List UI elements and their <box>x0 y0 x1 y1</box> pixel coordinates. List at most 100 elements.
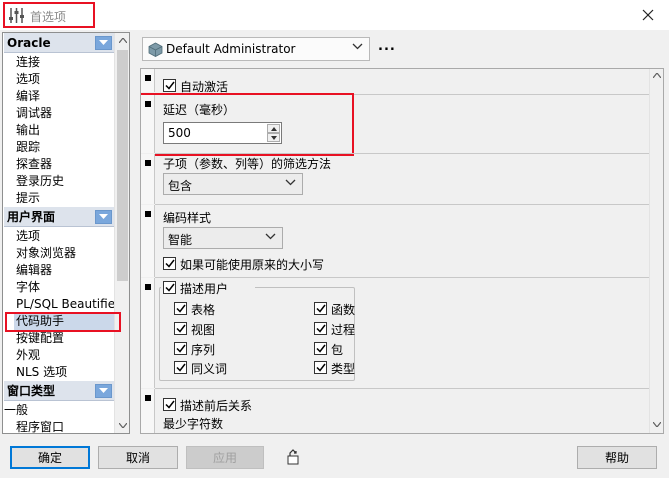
coding-style-label: 编码样式 <box>163 211 212 225</box>
close-button[interactable] <box>630 2 666 28</box>
group-bullet <box>145 284 151 290</box>
scroll-down-button[interactable] <box>115 418 129 433</box>
delay-highlight-box <box>141 93 354 156</box>
chevron-up-icon <box>653 73 661 78</box>
title-bar: 首选项 <box>0 0 669 30</box>
use-original-case-checkbox[interactable] <box>163 257 176 270</box>
describe-types-checkbox[interactable] <box>314 361 327 374</box>
nav-item-hints[interactable]: 提示 <box>16 190 40 207</box>
describe-context-label: 描述前后关系 <box>180 399 253 413</box>
describe-context-checkbox[interactable] <box>163 398 176 411</box>
nav-item-profiler[interactable]: 探查器 <box>16 156 52 173</box>
reset-icon <box>287 449 299 465</box>
nav-item-compile[interactable]: 编译 <box>16 88 40 105</box>
category-header-window-types[interactable]: 窗口类型 <box>4 381 114 401</box>
chevron-down-icon <box>118 423 127 428</box>
use-original-case-label: 如果可能使用原来的大小写 <box>180 258 325 272</box>
scroll-up-button[interactable] <box>115 33 129 48</box>
describe-functions-label: 函数 <box>331 303 356 317</box>
checkmark-icon <box>175 344 186 353</box>
checkmark-icon <box>164 81 175 90</box>
scroll-thumb[interactable] <box>117 50 128 281</box>
nav-item-appearance[interactable]: 外观 <box>16 347 40 364</box>
filter-method-select[interactable]: 包含 <box>163 173 303 195</box>
chevron-down-icon <box>352 43 363 50</box>
category-nav-panel: Oracle 连接 选项 编译 调试器 输出 跟踪 探查器 登录历史 提示 用户… <box>2 32 130 434</box>
describe-packages-checkbox[interactable] <box>314 342 327 355</box>
group-bullet <box>145 211 151 217</box>
profile-name: Default Administrator <box>166 42 296 56</box>
user-profile-icon <box>148 42 163 57</box>
nav-item-general[interactable]: 一般 <box>4 402 28 419</box>
checkmark-icon <box>164 259 175 268</box>
nav-item-plsql-beautifier[interactable]: PL/SQL Beautifier <box>16 296 120 313</box>
category-header-user-interface[interactable]: 用户界面 <box>4 207 114 227</box>
describe-sequences-checkbox[interactable] <box>174 342 187 355</box>
more-options-button[interactable]: ... <box>378 39 396 54</box>
chevron-down-icon <box>99 388 108 393</box>
nav-item-login-history[interactable]: 登录历史 <box>16 173 64 190</box>
checkmark-icon <box>175 304 186 313</box>
filter-method-value: 包含 <box>168 179 193 193</box>
checkmark-icon <box>164 283 175 292</box>
nav-item-program-window[interactable]: 程序窗口 <box>16 419 64 433</box>
collapse-window-types-button[interactable] <box>95 384 112 398</box>
nav-item-options[interactable]: 选项 <box>16 71 40 88</box>
ok-button[interactable]: 确定 <box>10 446 90 469</box>
collapse-user-interface-button[interactable] <box>95 210 112 224</box>
describe-packages-label: 包 <box>331 343 344 357</box>
nav-scrollbar[interactable] <box>114 33 129 433</box>
collapse-oracle-button[interactable] <box>95 36 112 50</box>
chevron-down-icon <box>653 422 661 427</box>
settings-scrollbar[interactable] <box>649 69 663 433</box>
nav-item-debugger[interactable]: 调试器 <box>16 105 52 122</box>
describe-users-checkbox[interactable] <box>163 281 176 294</box>
cancel-button[interactable]: 取消 <box>98 446 178 469</box>
nav-item-object-browser[interactable]: 对象浏览器 <box>16 245 76 262</box>
separator <box>155 153 650 154</box>
describe-views-checkbox[interactable] <box>174 322 187 335</box>
describe-procedures-label: 过程 <box>331 323 356 337</box>
describe-synonyms-checkbox[interactable] <box>174 361 187 374</box>
coding-style-value: 智能 <box>168 233 193 247</box>
close-icon <box>642 9 654 21</box>
checkmark-icon <box>315 363 326 372</box>
reset-button[interactable] <box>284 448 302 466</box>
category-header-label: 窗口类型 <box>7 384 56 398</box>
filter-method-label: 子项（参数、列等）的筛选方法 <box>163 157 332 171</box>
nav-item-editor[interactable]: 编辑器 <box>16 262 52 279</box>
min-chars-label: 最少字符数 <box>163 417 224 431</box>
checkmark-icon <box>315 324 326 333</box>
nav-item-output[interactable]: 输出 <box>16 122 40 139</box>
settings-panel: 自动激活 延迟（毫秒） 500 子项（参数、列等）的筛选方法 包含 编码样式 智… <box>140 68 664 434</box>
nav-item-key-config[interactable]: 按键配置 <box>16 330 64 347</box>
separator <box>155 277 650 278</box>
separator <box>155 388 650 389</box>
describe-sequences-label: 序列 <box>191 343 216 357</box>
nav-item-ui-options[interactable]: 选项 <box>16 228 40 245</box>
category-header-oracle[interactable]: Oracle <box>4 33 114 53</box>
describe-tables-label: 表格 <box>191 303 216 317</box>
profile-select[interactable]: Default Administrator <box>142 37 370 61</box>
nav-item-fonts[interactable]: 字体 <box>16 279 40 296</box>
auto-activate-checkbox[interactable] <box>163 79 176 92</box>
group-bullet <box>145 160 151 166</box>
chevron-down-icon <box>285 179 296 186</box>
describe-tables-checkbox[interactable] <box>174 302 187 315</box>
group-bullet <box>145 395 151 401</box>
describe-functions-checkbox[interactable] <box>314 302 327 315</box>
describe-types-label: 类型 <box>331 362 356 376</box>
nav-item-nls-options[interactable]: NLS 选项 <box>16 364 67 381</box>
chevron-down-icon <box>99 40 108 45</box>
checkmark-icon <box>175 363 186 372</box>
coding-style-select[interactable]: 智能 <box>163 227 283 249</box>
group-marker <box>141 278 155 388</box>
chevron-down-icon <box>99 214 108 219</box>
nav-item-trace[interactable]: 跟踪 <box>16 139 40 156</box>
apply-button[interactable]: 应用 <box>186 446 264 469</box>
nav-item-connection[interactable]: 连接 <box>16 54 40 71</box>
describe-procedures-checkbox[interactable] <box>314 322 327 335</box>
describe-users-label: 描述用户 <box>180 282 229 296</box>
group-bullet <box>145 75 151 81</box>
help-button[interactable]: 帮助 <box>577 446 657 469</box>
